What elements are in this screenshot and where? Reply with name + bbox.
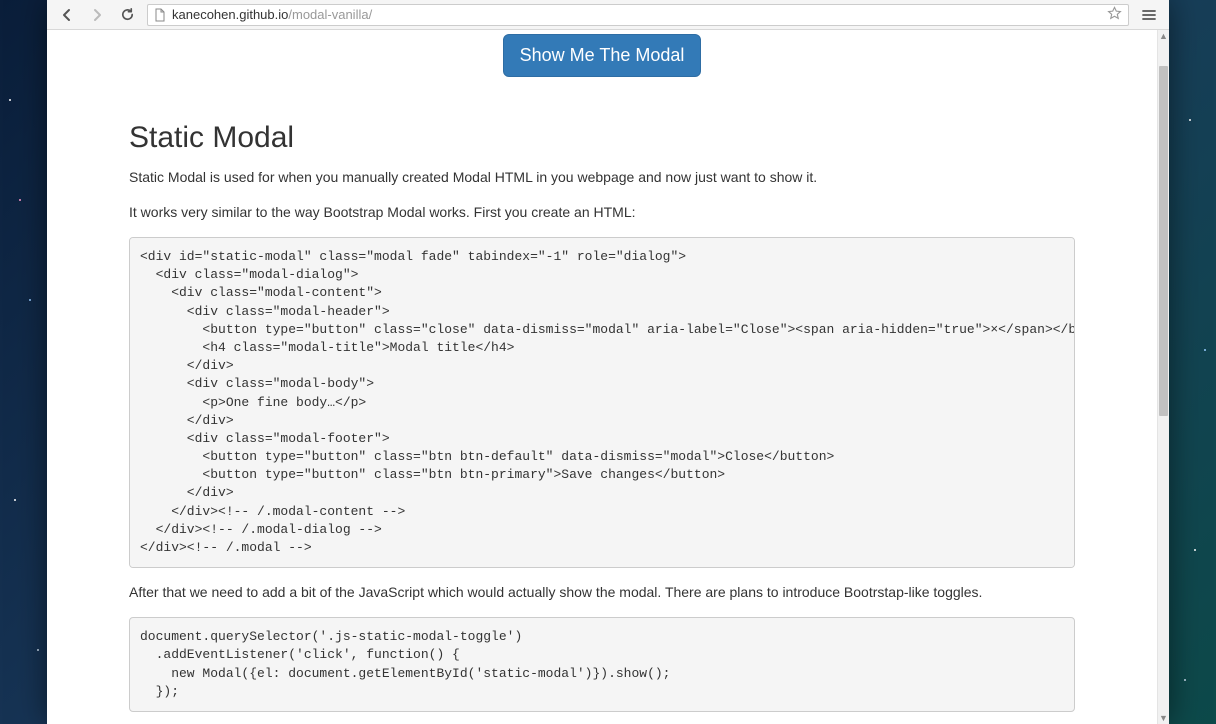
scroll-down-arrow-icon[interactable]: ▼ xyxy=(1158,712,1169,724)
page-icon xyxy=(154,8,166,22)
section-title: Static Modal xyxy=(129,121,1075,155)
show-modal-button[interactable]: Show Me The Modal xyxy=(503,34,702,77)
code-block-html[interactable]: <div id="static-modal" class="modal fade… xyxy=(129,237,1075,568)
forward-button[interactable] xyxy=(83,3,111,27)
page-viewport[interactable]: Show Me The Modal Static Modal Static Mo… xyxy=(47,30,1157,724)
code-block-js[interactable]: document.querySelector('.js-static-modal… xyxy=(129,617,1075,712)
back-button[interactable] xyxy=(53,3,81,27)
after-code-paragraph-1: After that we need to add a bit of the J… xyxy=(129,582,1075,603)
browser-window: kanecohen.github.io/modal-vanilla/ Show … xyxy=(47,0,1169,724)
intro-paragraph-2: It works very similar to the way Bootstr… xyxy=(129,202,1075,223)
scrollbar-thumb[interactable] xyxy=(1159,66,1168,416)
browser-toolbar: kanecohen.github.io/modal-vanilla/ xyxy=(47,0,1169,30)
address-bar[interactable]: kanecohen.github.io/modal-vanilla/ xyxy=(147,4,1129,26)
scroll-up-arrow-icon[interactable]: ▲ xyxy=(1158,30,1169,42)
menu-button[interactable] xyxy=(1135,3,1163,27)
content-area: Show Me The Modal Static Modal Static Mo… xyxy=(47,30,1169,724)
url-text: kanecohen.github.io/modal-vanilla/ xyxy=(172,7,1101,22)
bookmark-star-icon[interactable] xyxy=(1107,6,1122,24)
vertical-scrollbar[interactable]: ▲ ▼ xyxy=(1157,30,1169,724)
reload-button[interactable] xyxy=(113,3,141,27)
intro-paragraph-1: Static Modal is used for when you manual… xyxy=(129,167,1075,188)
